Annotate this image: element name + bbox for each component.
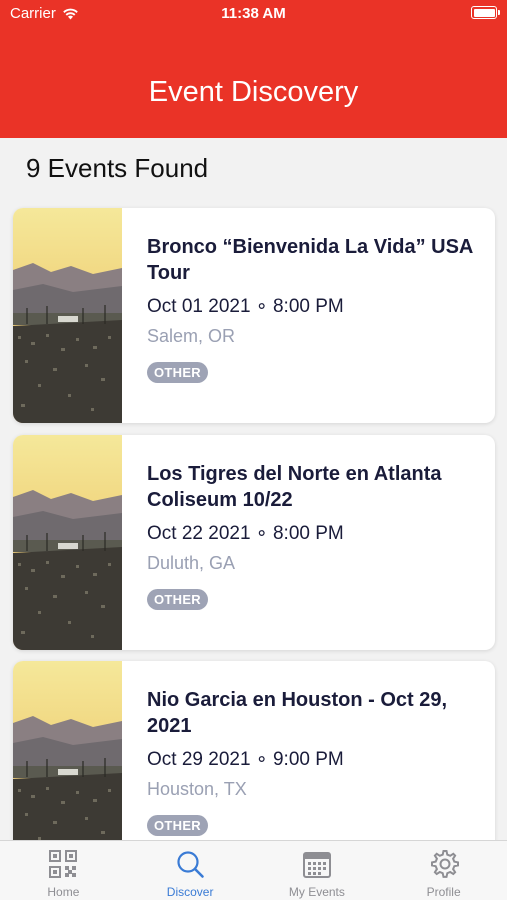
tab-label: Home <box>47 885 80 899</box>
event-title: Bronco “Bienvenida La Vida” USA Tour <box>147 236 473 284</box>
gear-icon <box>430 850 459 878</box>
status-bar: Carrier 11:38 AM <box>0 0 507 30</box>
event-title: Los Tigres del Norte en Atlanta Coliseum… <box>147 463 442 511</box>
event-location: Salem, OR <box>147 326 236 346</box>
event-thumbnail <box>13 208 122 423</box>
qr-code-icon <box>49 850 78 878</box>
tab-home[interactable]: Home <box>0 841 127 900</box>
event-title: Nio Garcia en Houston - Oct 29, 2021 <box>147 689 448 737</box>
event-category-badge: OTHER <box>147 815 208 836</box>
tab-label: Discover <box>166 885 214 899</box>
event-thumbnail <box>13 435 122 650</box>
event-datetime: Oct 22 2021 ∘ 8:00 PM <box>147 523 344 544</box>
event-location: Houston, TX <box>147 779 247 799</box>
header: Carrier 11:38 AM Event Discovery <box>0 0 507 138</box>
page-title: Event Discovery <box>148 76 359 108</box>
tab-my-events[interactable]: My Events <box>254 841 381 900</box>
status-time: 11:38 AM <box>221 5 286 22</box>
event-card[interactable]: Bronco “Bienvenida La Vida” USA Tour Oct… <box>13 208 495 423</box>
event-datetime: Oct 01 2021 ∘ 8:00 PM <box>147 296 344 317</box>
event-category-badge: OTHER <box>147 589 208 610</box>
results-count: 9 Events Found <box>26 153 209 183</box>
event-datetime: Oct 29 2021 ∘ 9:00 PM <box>147 749 344 770</box>
tab-bar: Home Discover My Events Profile <box>0 840 507 900</box>
event-card[interactable]: Los Tigres del Norte en Atlanta Coliseum… <box>13 435 495 650</box>
event-info: Bronco “Bienvenida La Vida” USA Tour Oct… <box>147 234 477 383</box>
battery-icon <box>471 6 500 19</box>
app-screen: Carrier 11:38 AM Event Discovery 9 Event… <box>0 0 507 900</box>
tab-profile[interactable]: Profile <box>380 841 507 900</box>
tab-label: Profile <box>426 885 461 899</box>
search-icon <box>177 851 204 878</box>
event-category-badge: OTHER <box>147 362 208 383</box>
tab-discover[interactable]: Discover <box>127 841 254 900</box>
tab-label: My Events <box>288 885 345 899</box>
calendar-icon <box>302 852 331 878</box>
event-location: Duluth, GA <box>147 553 236 573</box>
event-info: Los Tigres del Norte en Atlanta Coliseum… <box>147 461 477 610</box>
event-info: Nio Garcia en Houston - Oct 29, 2021 Oct… <box>147 687 477 836</box>
